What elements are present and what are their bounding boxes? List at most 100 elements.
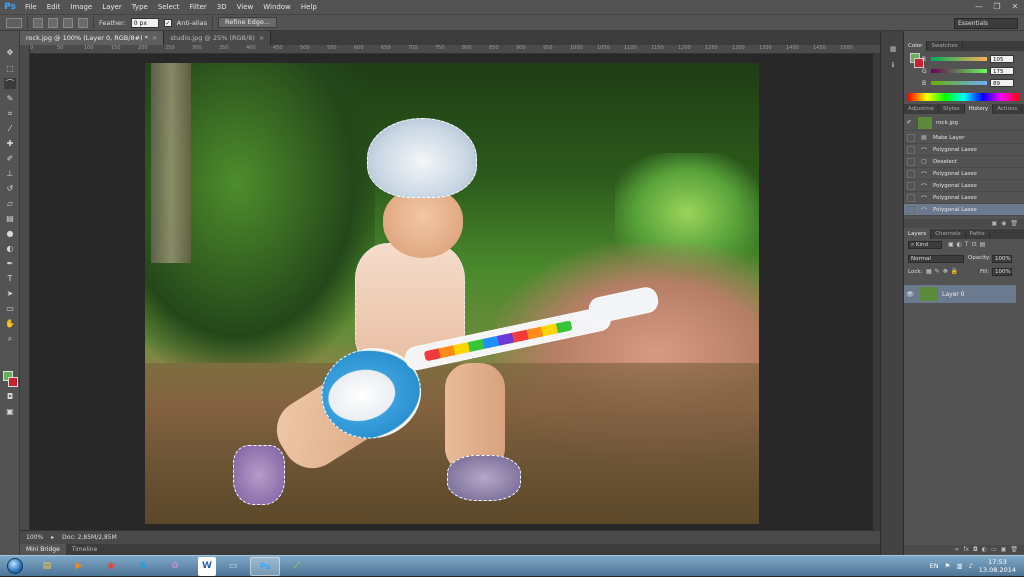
gradient-tool-icon[interactable]: ▤ [4,213,16,224]
snapshot-icon[interactable]: ▣ [991,220,997,227]
menu-type[interactable]: Type [127,0,153,14]
messenger-icon[interactable]: ✿ [160,557,190,576]
history-brush-tool-icon[interactable]: ↺ [4,183,16,194]
app-icon[interactable]: ⟋ [282,557,312,576]
color-spectrum[interactable] [908,93,1020,101]
subtract-from-selection-icon[interactable] [63,17,73,28]
new-selection-icon[interactable] [33,17,43,28]
language-indicator[interactable]: EN [930,562,939,570]
start-button[interactable] [0,556,30,577]
red-value[interactable]: 105 [990,55,1014,63]
intersect-selection-icon[interactable] [78,17,88,28]
trash-icon[interactable]: 🗑 [1010,546,1018,553]
workspace-select[interactable]: Essentials [954,18,1018,29]
adjustment-icon[interactable]: ◐ [982,546,987,553]
green-slider[interactable]: G 175 [922,66,1022,76]
history-panel-icon[interactable]: ▦ [887,45,899,55]
path-selection-tool-icon[interactable]: ➤ [4,288,16,299]
menu-3d[interactable]: 3D [212,0,232,14]
history-item[interactable]: ⌒ Polygonal Lasso [904,180,1024,192]
tab-channels[interactable]: Channels [931,229,966,239]
word-icon[interactable]: W [198,556,216,576]
crop-tool-icon[interactable]: ⌗ [4,108,16,119]
layer-row[interactable]: 👁 Layer 0 [904,285,1016,303]
history-item[interactable]: ⌒ Polygonal Lasso [904,168,1024,180]
menu-help[interactable]: Help [296,0,322,14]
fx-icon[interactable]: fx [963,546,969,553]
menu-file[interactable]: File [20,0,42,14]
document-image[interactable] [145,63,759,524]
blue-slider[interactable]: B 89 [922,78,1022,88]
hand-tool-icon[interactable]: ✋ [4,318,16,329]
tab-styles[interactable]: Styles [939,104,965,114]
pen-tool-icon[interactable]: ✒ [4,258,16,269]
menu-window[interactable]: Window [258,0,296,14]
history-item[interactable]: ⌒ Polygonal Lasso [904,144,1024,156]
chrome-icon[interactable]: ◉ [96,557,126,576]
tab-swatches[interactable]: Swatches [927,41,963,51]
eye-icon[interactable]: 👁 [904,291,916,298]
minimize-button[interactable]: — [970,0,988,14]
status-arrow-icon[interactable]: ▸ [51,534,54,541]
vertical-scrollbar[interactable] [873,54,880,530]
tab-history[interactable]: History [964,104,994,114]
tab-rock[interactable]: rock.jpg @ 100% (Layer 0, RGB/8#) * × [20,31,165,45]
quick-mask-icon[interactable]: ◘ [4,391,16,402]
screen-mode-icon[interactable]: ▣ [4,406,16,417]
menu-view[interactable]: View [232,0,259,14]
lasso-tool-icon[interactable]: ⌒ [4,78,16,89]
history-item[interactable]: ▢ Deselect [904,156,1024,168]
maximize-button[interactable]: ❐ [988,0,1006,14]
red-slider[interactable]: R 105 [922,54,1022,64]
clock[interactable]: 17:53 13.08.2014 [979,558,1016,574]
refine-edge-button[interactable]: Refine Edge... [218,17,278,28]
menu-filter[interactable]: Filter [184,0,211,14]
layer-filter-icons[interactable]: ▣◐T⊡▤ [948,241,988,248]
history-item-current[interactable]: ⌒ Polygonal Lasso [904,204,1024,216]
eraser-tool-icon[interactable]: ▱ [4,198,16,209]
add-to-selection-icon[interactable] [48,17,58,28]
opacity-input[interactable]: 100% [992,255,1012,263]
skype-icon[interactable]: S [128,557,158,576]
history-snapshot[interactable]: ✐ rock.jpg [904,115,1024,131]
tool-preset-picker[interactable] [6,17,22,28]
tab-adjustments[interactable]: Adjustme [904,104,939,114]
history-item[interactable]: ▤ Make Layer [904,132,1024,144]
flag-icon[interactable]: ⚑ [945,562,951,570]
properties-panel-icon[interactable]: ℹ [887,61,899,71]
zoom-tool-icon[interactable]: ⌕ [4,333,16,344]
clone-stamp-tool-icon[interactable]: ⊥ [4,168,16,179]
move-tool-icon[interactable]: ✥ [4,47,16,58]
tab-studio[interactable]: studio.jpg @ 25% (RGB/8) × [164,31,272,45]
menu-select[interactable]: Select [153,0,185,14]
explorer-icon[interactable]: ▤ [32,557,62,576]
link-icon[interactable]: ∞ [954,546,959,553]
windows-explorer-icon[interactable]: ▭ [218,557,248,576]
close-icon[interactable]: × [152,34,157,42]
tab-layers[interactable]: Layers [904,229,932,239]
mask-icon[interactable]: ◘ [973,546,978,553]
tab-mini-bridge[interactable]: Mini Bridge [20,544,66,555]
blur-tool-icon[interactable]: ● [4,228,16,239]
feather-input[interactable]: 0 px [130,17,159,28]
camera-icon[interactable]: ◉ [1001,220,1006,227]
blend-mode-select[interactable]: Normal [908,255,964,263]
close-icon[interactable]: × [259,34,264,42]
zoom-level[interactable]: 100% [26,534,43,541]
volume-icon[interactable]: ♪ [969,562,973,570]
history-item[interactable]: ⌒ Polygonal Lasso [904,192,1024,204]
dodge-tool-icon[interactable]: ◐ [4,243,16,254]
menu-layer[interactable]: Layer [97,0,127,14]
type-tool-icon[interactable]: T [4,273,16,284]
close-button[interactable]: ✕ [1006,0,1024,14]
blue-value[interactable]: 89 [990,79,1014,87]
tab-actions[interactable]: Actions [993,104,1023,114]
green-value[interactable]: 175 [990,67,1014,75]
healing-brush-tool-icon[interactable]: ✚ [4,138,16,149]
tab-color[interactable]: Color [904,41,928,51]
menu-edit[interactable]: Edit [42,0,66,14]
eyedropper-tool-icon[interactable]: ⁄ [4,123,16,134]
network-icon[interactable]: ▥ [956,562,962,570]
marquee-tool-icon[interactable]: ⬚ [4,63,16,74]
layer-kind-filter[interactable]: ⌕ Kind [908,241,942,249]
